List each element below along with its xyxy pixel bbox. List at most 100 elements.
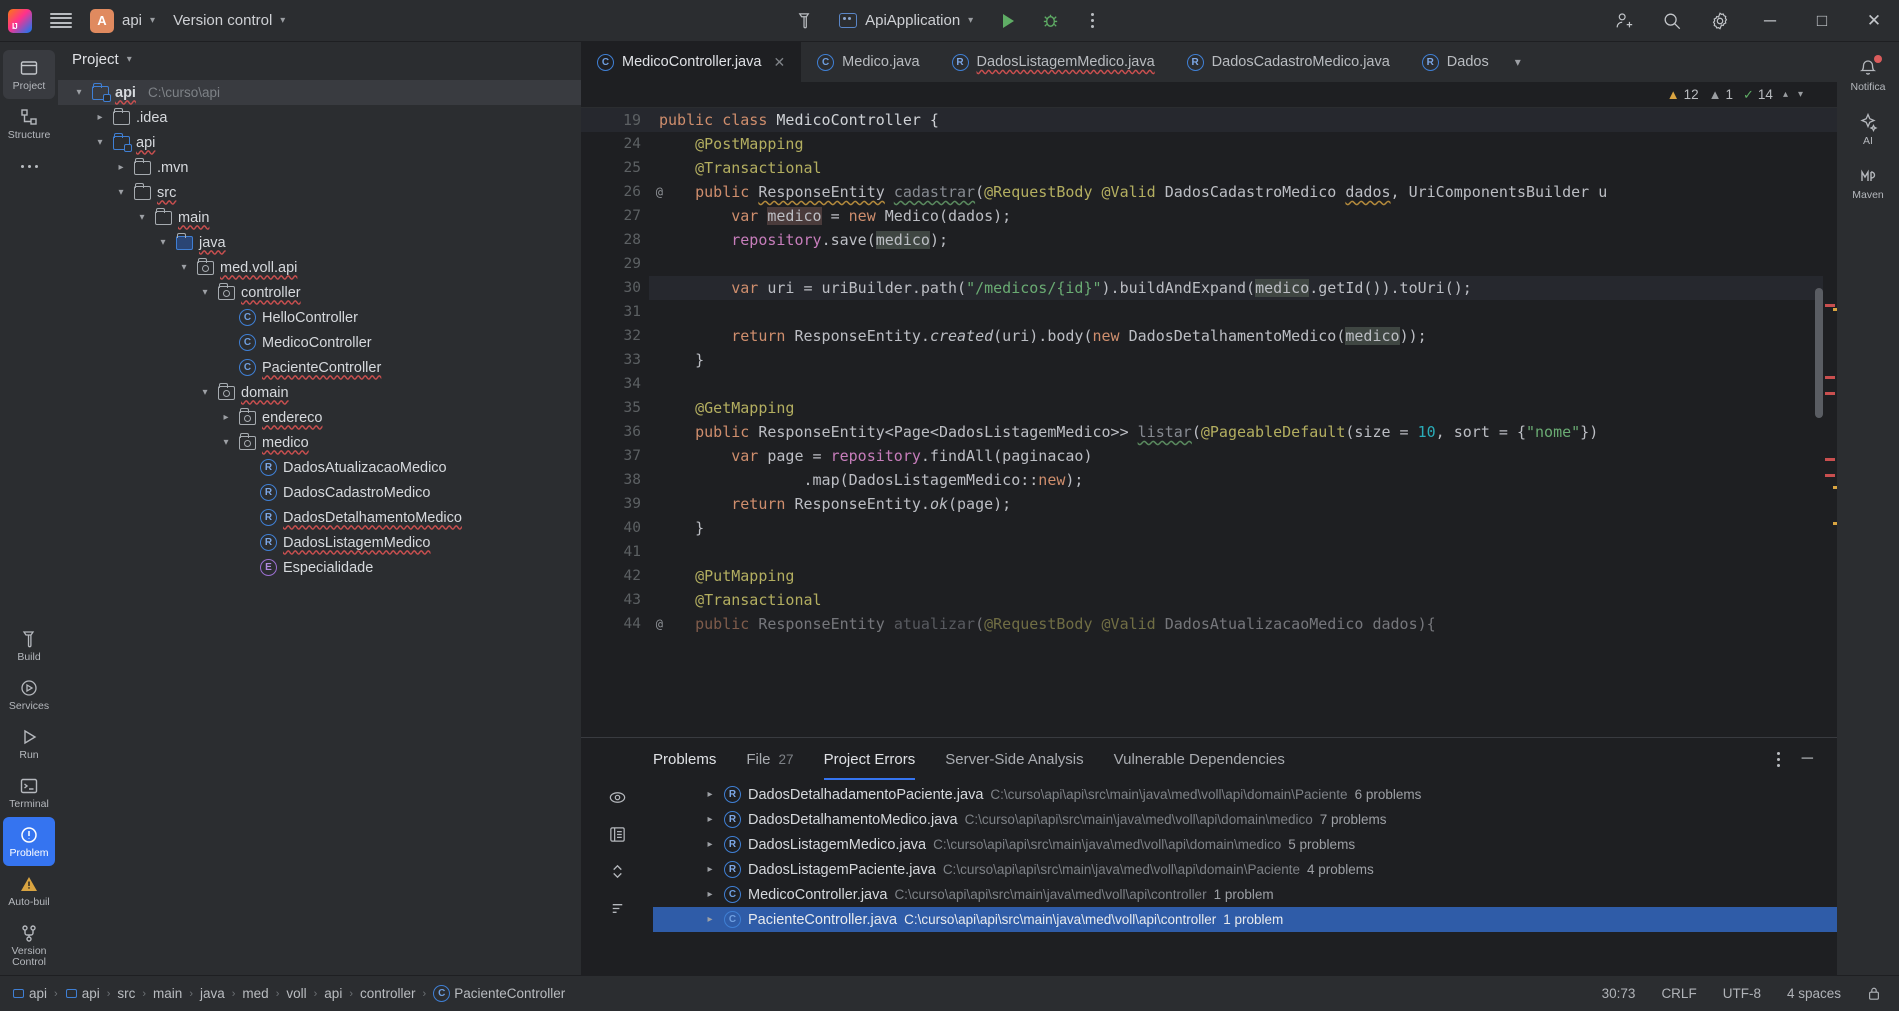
checks-count[interactable]: ✓ 14	[1743, 87, 1773, 103]
run-configuration-selector[interactable]: ApiApplication ▾	[833, 10, 979, 31]
line-number[interactable]: 31	[581, 300, 649, 324]
breadcrumb-item[interactable]: med	[242, 986, 268, 1001]
tree-node[interactable]: ▾ main	[58, 205, 581, 230]
code-line[interactable]: public ResponseEntity<Page<DadosListagem…	[649, 420, 1837, 444]
more-actions-icon[interactable]	[1079, 8, 1105, 34]
breadcrumb-item[interactable]: api	[65, 985, 100, 1002]
gear-icon[interactable]	[1707, 8, 1733, 34]
code-line[interactable]: @Transactional	[649, 156, 1837, 180]
editor-vertical-scrollbar[interactable]	[1815, 288, 1823, 418]
line-number[interactable]: 43	[581, 588, 649, 612]
line-number[interactable]: 29	[581, 252, 649, 276]
tree-node[interactable]: C MedicoController	[58, 330, 581, 355]
code-line[interactable]	[649, 300, 1837, 324]
file-encoding[interactable]: UTF-8	[1723, 986, 1761, 1001]
code-line[interactable]: repository.save(medico);	[649, 228, 1837, 252]
error-stripe-mark[interactable]	[1825, 304, 1835, 307]
sidebar-item-more[interactable]	[3, 148, 55, 184]
tree-node[interactable]: ▾ api	[58, 130, 581, 155]
gutter-annotation-icon[interactable]: @	[656, 180, 663, 204]
warning-count[interactable]: ▲ 1	[1709, 87, 1733, 102]
line-number[interactable]: 36	[581, 420, 649, 444]
sidebar-item-maven[interactable]: Maven	[1840, 158, 1896, 208]
close-tab-icon[interactable]: ✕	[773, 54, 785, 71]
tree-node[interactable]: ▸ endereco	[58, 405, 581, 430]
kebab-menu-icon[interactable]	[1776, 751, 1780, 767]
editor-tab[interactable]: C Medico.java	[801, 42, 935, 82]
chevron-right-icon[interactable]: ▸	[703, 864, 717, 875]
breadcrumb-item[interactable]: controller	[360, 986, 416, 1001]
code-line[interactable]: public ResponseEntity cadastrar(@Request…	[649, 180, 1837, 204]
chevron-right-icon[interactable]: ▸	[703, 889, 717, 900]
code-line[interactable]	[649, 252, 1837, 276]
code-line[interactable]: @PostMapping	[649, 132, 1837, 156]
breadcrumb[interactable]: api › api › src › main › java › med › voll › api › contr…	[12, 985, 565, 1002]
breadcrumb-item[interactable]: api	[12, 985, 47, 1002]
problem-row[interactable]: ▸ R DadosListagemMedico.java C:\curso\api\a…	[653, 832, 1837, 857]
sidebar-item-ai[interactable]: AI	[1840, 104, 1896, 154]
run-button[interactable]	[995, 8, 1021, 34]
line-number[interactable]: 42	[581, 564, 649, 588]
line-number[interactable]: 28	[581, 228, 649, 252]
error-stripe-mark[interactable]	[1825, 474, 1835, 477]
chevron-down-icon[interactable]: ▾	[127, 54, 132, 65]
error-count[interactable]: ▲ 12	[1667, 87, 1699, 102]
problems-tab[interactable]: File 27	[746, 738, 793, 780]
debug-button[interactable]	[1037, 8, 1063, 34]
chevron-down-icon[interactable]: ▾	[135, 212, 149, 223]
problem-row[interactable]: ▸ R DadosDetalhadamentoPaciente.java C:\cur…	[653, 782, 1837, 807]
code-line[interactable]: }	[649, 348, 1837, 372]
editor-tab[interactable]: R DadosListagemMedico.java	[936, 42, 1171, 82]
line-number[interactable]: 30	[581, 276, 649, 300]
line-number[interactable]: 38	[581, 468, 649, 492]
error-stripe-mark[interactable]	[1825, 392, 1835, 395]
tree-node[interactable]: R DadosDetalhamentoMedico	[58, 505, 581, 530]
sidebar-item-structure[interactable]: Structure	[3, 99, 55, 148]
line-number[interactable]: 26 @	[581, 180, 663, 204]
chevron-down-icon[interactable]: ▾	[177, 262, 191, 273]
chevron-down-icon[interactable]: ▾	[198, 387, 212, 398]
tree-node[interactable]: C PacienteController	[58, 355, 581, 380]
hamburger-menu-icon[interactable]	[50, 12, 72, 29]
line-separator[interactable]: CRLF	[1661, 986, 1696, 1001]
tree-node[interactable]: ▾ api C:\curso\api	[58, 80, 581, 105]
tree-node[interactable]: C HelloController	[58, 305, 581, 330]
sidebar-item-problems[interactable]: Problem	[3, 817, 55, 866]
sidebar-item-services[interactable]: Services	[3, 670, 55, 719]
code-line[interactable]: }	[649, 516, 1837, 540]
chevron-right-icon[interactable]: ▸	[703, 914, 717, 925]
problems-tab[interactable]: Vulnerable Dependencies	[1114, 738, 1285, 780]
problem-row[interactable]: ▸ C PacienteController.java C:\curso\api\ap…	[653, 907, 1837, 932]
chevron-right-icon[interactable]: ▸	[93, 112, 107, 123]
list-view-icon[interactable]	[608, 825, 627, 844]
sidebar-item-notifications[interactable]: Notifica	[1840, 50, 1896, 100]
tree-node[interactable]: E Especialidade	[58, 555, 581, 580]
problem-row[interactable]: ▸ R DadosListagemPaciente.java C:\curso\api…	[653, 857, 1837, 882]
sidebar-item-run[interactable]: Run	[3, 719, 55, 768]
line-number[interactable]: 25	[581, 156, 649, 180]
search-icon[interactable]	[1659, 8, 1685, 34]
code-line[interactable]	[649, 540, 1837, 564]
tree-node[interactable]: R DadosListagemMedico	[58, 530, 581, 555]
chevron-down-icon[interactable]: ▾	[1505, 42, 1531, 82]
line-number[interactable]: 35	[581, 396, 649, 420]
sort-icon[interactable]	[608, 899, 627, 918]
code-content[interactable]: @PostMapping @Transactional public Respo…	[649, 108, 1837, 737]
code-line[interactable]: var page = repository.findAll(paginacao)	[649, 444, 1837, 468]
breadcrumb-item[interactable]: voll	[286, 986, 306, 1001]
line-number[interactable]: 33	[581, 348, 649, 372]
chevron-right-icon[interactable]: ▸	[114, 162, 128, 173]
line-number[interactable]: 27	[581, 204, 649, 228]
sidebar-item-build[interactable]: Build	[3, 621, 55, 670]
sidebar-item-terminal[interactable]: Terminal	[3, 768, 55, 817]
error-stripe-mark[interactable]	[1825, 458, 1835, 461]
line-number[interactable]: 40	[581, 516, 649, 540]
chevron-down-icon[interactable]: ▾	[198, 287, 212, 298]
minimize-icon[interactable]: ─	[1802, 750, 1813, 768]
maximize-window-button[interactable]: □	[1807, 11, 1837, 31]
tree-node[interactable]: ▾ medico	[58, 430, 581, 455]
line-number[interactable]: 39	[581, 492, 649, 516]
line-number[interactable]: 32	[581, 324, 649, 348]
tree-node[interactable]: ▸ .mvn	[58, 155, 581, 180]
error-stripe-mark[interactable]	[1825, 376, 1835, 379]
